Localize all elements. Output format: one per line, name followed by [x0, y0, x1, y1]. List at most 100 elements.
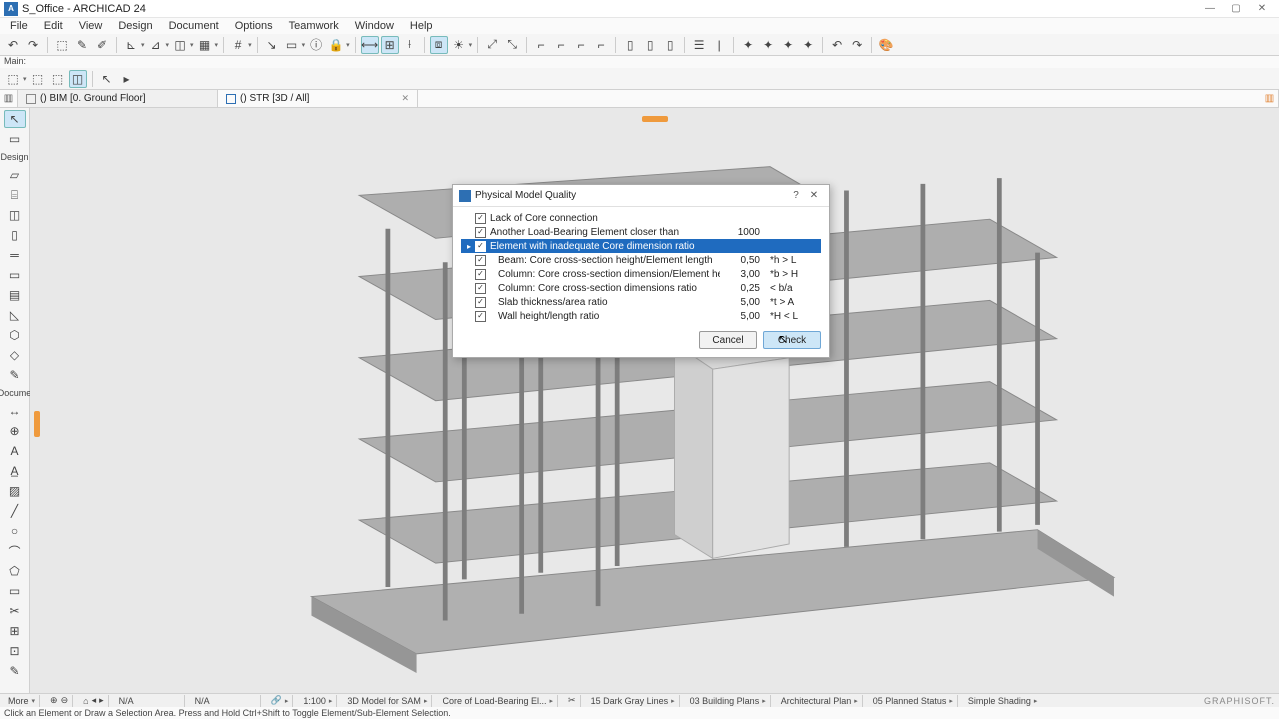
- snap3-button[interactable]: ◫: [171, 36, 189, 54]
- shell-tool[interactable]: ⬡: [4, 326, 26, 344]
- tool-nav4[interactable]: ✦: [779, 36, 797, 54]
- tool-dim2[interactable]: ⤡: [503, 36, 521, 54]
- brush-button[interactable]: ✐: [93, 36, 111, 54]
- plans-name[interactable]: 03 Building Plans: [690, 696, 760, 706]
- zoom-in-icon[interactable]: ⊕: [50, 695, 58, 706]
- checkbox-icon[interactable]: ✓: [475, 297, 486, 308]
- tool-measure2[interactable]: ⊞: [381, 36, 399, 54]
- close-button[interactable]: ✕: [1249, 1, 1275, 17]
- curtain-tool[interactable]: ◇: [4, 346, 26, 364]
- menu-design[interactable]: Design: [110, 19, 160, 33]
- tab-list-button[interactable]: ▥: [0, 90, 18, 107]
- shading-name[interactable]: Simple Shading: [968, 696, 1031, 706]
- filter-icon[interactable]: ✂: [568, 695, 576, 706]
- window-tool[interactable]: ◫: [4, 206, 26, 224]
- tool-corner3[interactable]: ⌐: [572, 36, 590, 54]
- undo-button[interactable]: ↶: [4, 36, 22, 54]
- lines-name[interactable]: 15 Dark Gray Lines: [591, 696, 669, 706]
- dialog-close-button[interactable]: ✕: [805, 190, 823, 201]
- tab-overflow-button[interactable]: ▥: [1261, 90, 1279, 107]
- link-icon[interactable]: 🔗: [271, 695, 282, 706]
- dialog-row[interactable]: ✓Column: Core cross-section dimensions r…: [461, 281, 821, 295]
- model-name[interactable]: 3D Model for SAM: [347, 696, 421, 706]
- snap4-button[interactable]: ▦: [196, 36, 214, 54]
- grid-button[interactable]: #: [229, 36, 247, 54]
- menu-document[interactable]: Document: [161, 19, 227, 33]
- dialog-row[interactable]: ✓Beam: Core cross-section height/Element…: [461, 253, 821, 267]
- dialog-row[interactable]: ✓Another Load-Bearing Element closer tha…: [461, 225, 821, 239]
- check-button[interactable]: Check: [763, 331, 821, 349]
- label-tool[interactable]: A̲: [4, 462, 26, 480]
- nav-back-icon[interactable]: ◂: [92, 695, 97, 706]
- arc-tool[interactable]: ⌒: [4, 542, 26, 560]
- help-button[interactable]: ?: [787, 190, 805, 201]
- tool-align1[interactable]: ▯: [621, 36, 639, 54]
- sub-next[interactable]: ▸: [118, 70, 136, 88]
- dim-tool[interactable]: ↔: [4, 402, 26, 420]
- snap1-button[interactable]: ⊾: [122, 36, 140, 54]
- tool-align3[interactable]: ▯: [661, 36, 679, 54]
- elev-tool[interactable]: ⊞: [4, 622, 26, 640]
- snap2-button[interactable]: ⊿: [147, 36, 165, 54]
- core-name[interactable]: Core of Load-Bearing El...: [442, 696, 546, 706]
- column-tool[interactable]: ▯: [4, 226, 26, 244]
- scale[interactable]: 1:100: [303, 696, 326, 706]
- checkbox-icon[interactable]: ✓: [475, 213, 486, 224]
- dialog-row[interactable]: ✓Column: Core cross-section dimension/El…: [461, 267, 821, 281]
- detail-tool[interactable]: ⊡: [4, 642, 26, 660]
- menu-file[interactable]: File: [2, 19, 36, 33]
- tool-shape[interactable]: ▭: [283, 36, 301, 54]
- menu-teamwork[interactable]: Teamwork: [281, 19, 347, 33]
- poly-tool[interactable]: ⬠: [4, 562, 26, 580]
- sub-tool1[interactable]: ⬚: [4, 70, 22, 88]
- cancel-button[interactable]: Cancel: [699, 331, 757, 349]
- stair-tool[interactable]: ▤: [4, 286, 26, 304]
- dialog-row[interactable]: ✓Wall height/length ratio5,00*H < L: [461, 309, 821, 323]
- line-tool[interactable]: ╱: [4, 502, 26, 520]
- sub-arrow[interactable]: ↖: [98, 70, 116, 88]
- arch-name[interactable]: Architectural Plan: [781, 696, 852, 706]
- menu-help[interactable]: Help: [402, 19, 441, 33]
- tool-info[interactable]: ⓘ: [307, 36, 325, 54]
- tool-corner4[interactable]: ⌐: [592, 36, 610, 54]
- tab-close-button[interactable]: ✕: [401, 93, 409, 104]
- checkbox-icon[interactable]: ✓: [475, 311, 486, 322]
- eyedropper-button[interactable]: ✎: [73, 36, 91, 54]
- tool-ruler[interactable]: ⟊: [401, 36, 419, 54]
- section-tool[interactable]: ✂: [4, 602, 26, 620]
- arrow-tool[interactable]: ↖: [4, 110, 26, 128]
- beam-tool[interactable]: ═: [4, 246, 26, 264]
- dialog-row[interactable]: ✓Lack of Core connection: [461, 211, 821, 225]
- text-tool[interactable]: A: [4, 442, 26, 460]
- checkbox-icon[interactable]: ✓: [475, 283, 486, 294]
- worksheet-tool[interactable]: ✎: [4, 662, 26, 680]
- tool-corner2[interactable]: ⌐: [552, 36, 570, 54]
- figure-tool[interactable]: ▭: [4, 582, 26, 600]
- checkbox-icon[interactable]: ✓: [475, 227, 486, 238]
- door-tool[interactable]: ⌸: [4, 186, 26, 204]
- tool-corner1[interactable]: ⌐: [532, 36, 550, 54]
- pick-button[interactable]: ⬚: [53, 36, 71, 54]
- tool-back[interactable]: ↶: [828, 36, 846, 54]
- tab-3d[interactable]: () STR [3D / All] ✕: [218, 90, 418, 107]
- maximize-button[interactable]: ▢: [1223, 1, 1249, 17]
- tool-nav5[interactable]: ✦: [799, 36, 817, 54]
- tool-nav3[interactable]: ✦: [759, 36, 777, 54]
- marquee-tool[interactable]: ▭: [4, 130, 26, 148]
- roof-tool[interactable]: ◺: [4, 306, 26, 324]
- dialog-row[interactable]: ✓Slab thickness/area ratio5,00*t > A: [461, 295, 821, 309]
- dialog-row[interactable]: ▸✓Element with inadequate Core dimension…: [461, 239, 821, 253]
- viewport-handle-left[interactable]: [34, 411, 40, 437]
- tool-3d[interactable]: ⧈: [430, 36, 448, 54]
- tool-fwd[interactable]: ↷: [848, 36, 866, 54]
- checkbox-icon[interactable]: ✓: [475, 269, 486, 280]
- nav-fwd-icon[interactable]: ▸: [99, 695, 104, 706]
- home-icon[interactable]: ⌂: [83, 696, 88, 706]
- menu-view[interactable]: View: [71, 19, 111, 33]
- menu-window[interactable]: Window: [347, 19, 402, 33]
- circle-tool[interactable]: ○: [4, 522, 26, 540]
- menu-edit[interactable]: Edit: [36, 19, 71, 33]
- tool-line[interactable]: |: [710, 36, 728, 54]
- redo-button[interactable]: ↷: [24, 36, 42, 54]
- zoom-out-icon[interactable]: ⊖: [61, 695, 69, 706]
